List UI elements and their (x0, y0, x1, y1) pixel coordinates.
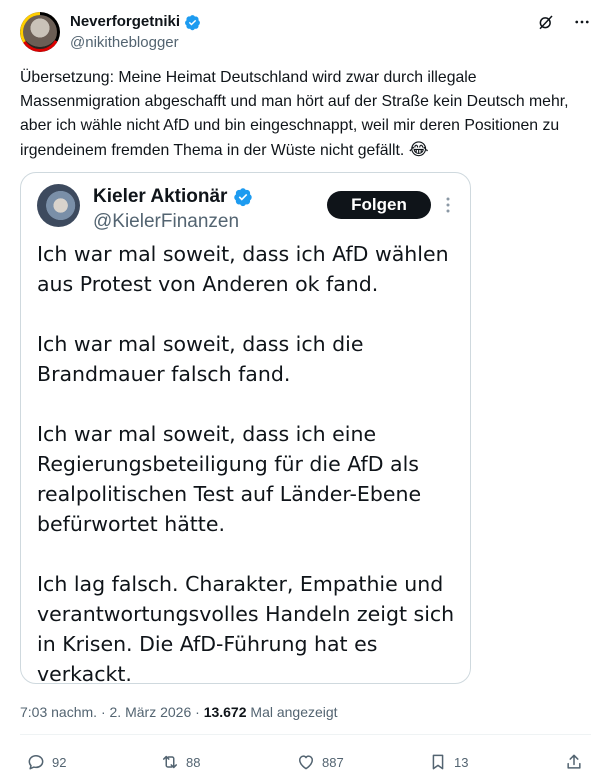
tweet-header: Neverforgetniki @nikitheblogger (20, 12, 591, 52)
quoted-author-handle: @KielerFinanzen (93, 211, 240, 232)
author-avatar[interactable] (20, 12, 60, 52)
like-icon (299, 755, 313, 770)
tweet-text: Übersetzung: Meine Heimat Deutschland wi… (20, 66, 588, 163)
quoted-author-name-block: Kieler Aktionär @KielerFinanzen (93, 185, 253, 234)
reply-button[interactable]: 92 (26, 750, 66, 774)
tweet-top-actions (537, 12, 591, 32)
repost-icon (163, 755, 177, 769)
share-button[interactable] (564, 750, 584, 774)
views-count: 13.672 (203, 704, 247, 720)
quoted-tweet-card[interactable]: Kieler Aktionär @KielerFinanzen Folgen I… (20, 172, 471, 684)
more-vertical-icon (446, 197, 450, 213)
bookmark-button[interactable]: 13 (428, 750, 468, 774)
quoted-paragraph: Ich war mal soweit, dass ich AfD wählen … (37, 242, 449, 296)
laughing-emoji: 😂 (408, 140, 429, 159)
quoted-paragraph: Ich war mal soweit, dass ich die Brandma… (37, 332, 364, 386)
repost-count: 88 (186, 754, 201, 770)
quoted-tweet-body: Ich war mal soweit, dass ich AfD wählen … (37, 239, 462, 684)
divider (20, 734, 591, 735)
reply-count: 92 (52, 754, 67, 770)
quoted-author-avatar (37, 184, 80, 227)
bookmark-count: 13 (454, 754, 469, 770)
grok-icon[interactable] (537, 13, 555, 31)
share-icon (567, 754, 581, 769)
like-button[interactable]: 887 (296, 750, 344, 774)
tweet-text-body: Übersetzung: Meine Heimat Deutschland wi… (20, 69, 569, 159)
views-label: Mal angezeigt (250, 704, 338, 720)
repost-button[interactable]: 88 (160, 750, 200, 774)
tweet-meta: 7:03 nachm. · 2. März 2026 · 13.672 Mal … (20, 703, 338, 721)
more-icon[interactable] (573, 13, 591, 31)
bookmark-icon (432, 754, 444, 770)
author-handle[interactable]: @nikitheblogger (70, 33, 201, 53)
author-name-block: Neverforgetniki @nikitheblogger (70, 12, 201, 53)
like-count: 887 (322, 754, 344, 770)
meta-separator: · (195, 704, 200, 720)
tweet-time[interactable]: 7:03 nachm. (20, 704, 97, 720)
meta-separator: · (100, 704, 106, 720)
verified-badge-icon (234, 188, 253, 207)
follow-button: Folgen (327, 191, 431, 219)
quoted-paragraph: Ich war mal soweit, dass ich eine Regier… (37, 422, 422, 536)
quoted-author-display-name: Kieler Aktionär (93, 186, 228, 207)
author-display-name[interactable]: Neverforgetniki (70, 12, 180, 32)
verified-badge-icon (185, 14, 200, 30)
quoted-paragraph: Ich lag falsch. Charakter, Empathie und … (37, 572, 455, 684)
reply-icon (28, 755, 44, 770)
tweet-date[interactable]: 2. März 2026 (110, 704, 192, 720)
action-bar: 92 88 887 13 (20, 750, 591, 774)
